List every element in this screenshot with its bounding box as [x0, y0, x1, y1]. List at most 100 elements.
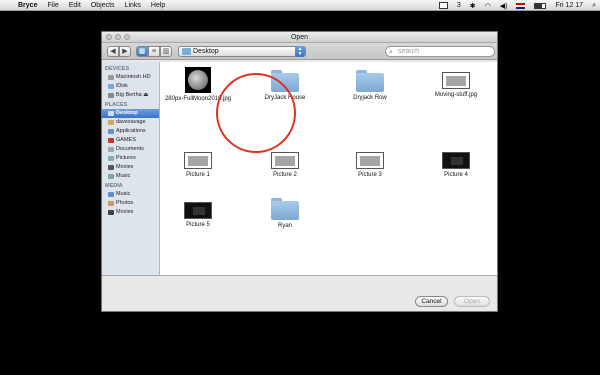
sidebar-section-media: MEDIA: [105, 183, 123, 189]
sidebar-item-label: GAMES: [116, 137, 136, 143]
menu-help[interactable]: Help: [151, 2, 165, 9]
image-thumbnail-icon: [356, 152, 384, 169]
wifi-icon[interactable]: ◠: [485, 2, 491, 10]
file-item-label: 280px-FullMoon2010.jpg: [164, 96, 232, 102]
file-item[interactable]: Picture 3: [330, 152, 410, 178]
app-menu[interactable]: Bryce: [18, 2, 37, 9]
menu-links[interactable]: Links: [125, 2, 141, 9]
sidebar: DEVICES Macintosh HD iDisk Big Bertha ⏏ …: [102, 62, 160, 275]
file-item[interactable]: Picture 5: [158, 202, 238, 228]
documents-icon: [108, 147, 114, 152]
sidebar-item-applications[interactable]: Applications: [102, 127, 159, 136]
external-disk-icon: [108, 93, 114, 98]
dialog-toolbar: ◀ ▶ ▦ ≡ ▥ Desktop ▲ ▼ ⌕ search: [102, 43, 497, 60]
battery-icon[interactable]: [534, 2, 547, 9]
file-item-label: Picture 1: [186, 172, 210, 178]
sidebar-item-media-music[interactable]: Music: [102, 190, 159, 199]
sidebar-item-games[interactable]: GAMES: [102, 136, 159, 145]
list-view-button[interactable]: ≡: [148, 46, 160, 57]
menu-file[interactable]: File: [47, 2, 58, 9]
file-item[interactable]: Picture 4: [416, 152, 496, 178]
bluetooth-icon[interactable]: ✱: [470, 2, 476, 10]
status-icon[interactable]: [438, 2, 448, 9]
zoom-window-icon[interactable]: [124, 34, 130, 40]
minimize-window-icon[interactable]: [115, 34, 121, 40]
dialog-title: Open: [290, 34, 309, 41]
sidebar-item-media-movies[interactable]: Movies: [102, 208, 159, 217]
file-item[interactable]: Picture 2: [245, 152, 325, 178]
folder-item[interactable]: DryJack House: [245, 70, 325, 101]
sidebar-item-label: Macintosh HD: [116, 74, 151, 80]
spotlight-icon[interactable]: ⌕: [592, 2, 596, 10]
sidebar-item-label: Music: [116, 173, 131, 179]
sidebar-item-label: Applications: [116, 128, 146, 134]
pictures-icon: [108, 156, 114, 161]
file-item-label: Moving-stuff.jpg: [434, 92, 478, 98]
back-button[interactable]: ◀: [107, 46, 119, 57]
desktop-icon: [108, 111, 114, 116]
folder-icon: [271, 198, 299, 220]
sidebar-item-label: davesavage: [116, 119, 146, 125]
games-icon: [108, 138, 114, 143]
cancel-button[interactable]: Cancel: [415, 296, 448, 307]
sidebar-item-documents[interactable]: Documents: [102, 145, 159, 154]
sidebar-item-media-photos[interactable]: Photos: [102, 199, 159, 208]
sidebar-item-label: iDisk: [116, 83, 128, 89]
sidebar-item-pictures[interactable]: Pictures: [102, 154, 159, 163]
menu-edit[interactable]: Edit: [69, 2, 81, 9]
image-thumbnail-icon: [442, 72, 470, 89]
photos-icon: [108, 201, 114, 206]
file-item[interactable]: Moving-stuff.jpg: [416, 72, 496, 98]
file-item[interactable]: 280px-FullMoon2010.jpg: [158, 67, 238, 102]
search-placeholder: search: [398, 48, 420, 55]
sidebar-item-macintosh-hd[interactable]: Macintosh HD: [102, 73, 159, 82]
sidebar-item-davesavage[interactable]: davesavage: [102, 118, 159, 127]
close-window-icon[interactable]: [106, 34, 112, 40]
sidebar-item-movies[interactable]: Movies: [102, 163, 159, 172]
sidebar-item-idisk[interactable]: iDisk: [102, 82, 159, 91]
moon-thumbnail-icon: [185, 67, 211, 93]
sidebar-item-label: Music: [116, 191, 131, 197]
status-count: 3: [456, 2, 461, 9]
folder-item-label: DryJack House: [264, 95, 306, 101]
idisk-icon: [108, 84, 114, 89]
movies-icon: [108, 165, 114, 170]
sidebar-item-label: Photos: [116, 200, 134, 206]
search-field[interactable]: ⌕ search: [385, 46, 495, 57]
music-note-icon: [108, 192, 114, 197]
image-thumbnail-icon: [184, 202, 212, 219]
sidebar-item-label: Documents: [116, 146, 144, 152]
home-icon: [108, 120, 114, 125]
file-item-label: Picture 5: [186, 222, 210, 228]
file-item[interactable]: Picture 1: [158, 152, 238, 178]
open-dialog: Open ◀ ▶ ▦ ≡ ▥ Desktop ▲ ▼ ⌕ search DEVIC…: [101, 31, 498, 312]
sidebar-item-label: Movies: [116, 209, 134, 215]
dialog-footer: Cancel Open: [102, 275, 497, 311]
folder-icon: [182, 48, 191, 55]
applications-icon: [108, 129, 114, 134]
image-thumbnail-icon: [271, 152, 299, 169]
icon-view-button[interactable]: ▦: [136, 46, 148, 57]
sidebar-item-music[interactable]: Music: [102, 172, 159, 181]
sidebar-item-label: Desktop: [116, 110, 138, 116]
sidebar-item-desktop[interactable]: Desktop: [102, 109, 159, 118]
forward-button[interactable]: ▶: [119, 46, 131, 57]
location-popup[interactable]: Desktop ▲ ▼: [178, 46, 306, 57]
input-flag-icon[interactable]: [516, 2, 526, 9]
open-button[interactable]: Open: [454, 296, 490, 307]
music-icon: [108, 174, 114, 179]
dialog-titlebar: Open: [102, 32, 497, 43]
sidebar-item-big-bertha[interactable]: Big Bertha ⏏: [102, 91, 159, 100]
image-thumbnail-icon: [184, 152, 212, 169]
file-item-label: Picture 4: [444, 172, 468, 178]
clock[interactable]: Fri 12 17: [555, 2, 583, 9]
folder-item[interactable]: Dryjack Row: [330, 70, 410, 101]
menu-objects[interactable]: Objects: [91, 2, 115, 9]
sidebar-section-devices: DEVICES: [105, 66, 130, 72]
image-thumbnail-icon: [442, 152, 470, 169]
volume-icon[interactable]: ◀): [500, 2, 508, 10]
file-item-label: Picture 3: [358, 172, 382, 178]
folder-item[interactable]: Ryan: [245, 198, 325, 229]
sidebar-item-label: Pictures: [116, 155, 136, 161]
column-view-button[interactable]: ▥: [160, 46, 172, 57]
